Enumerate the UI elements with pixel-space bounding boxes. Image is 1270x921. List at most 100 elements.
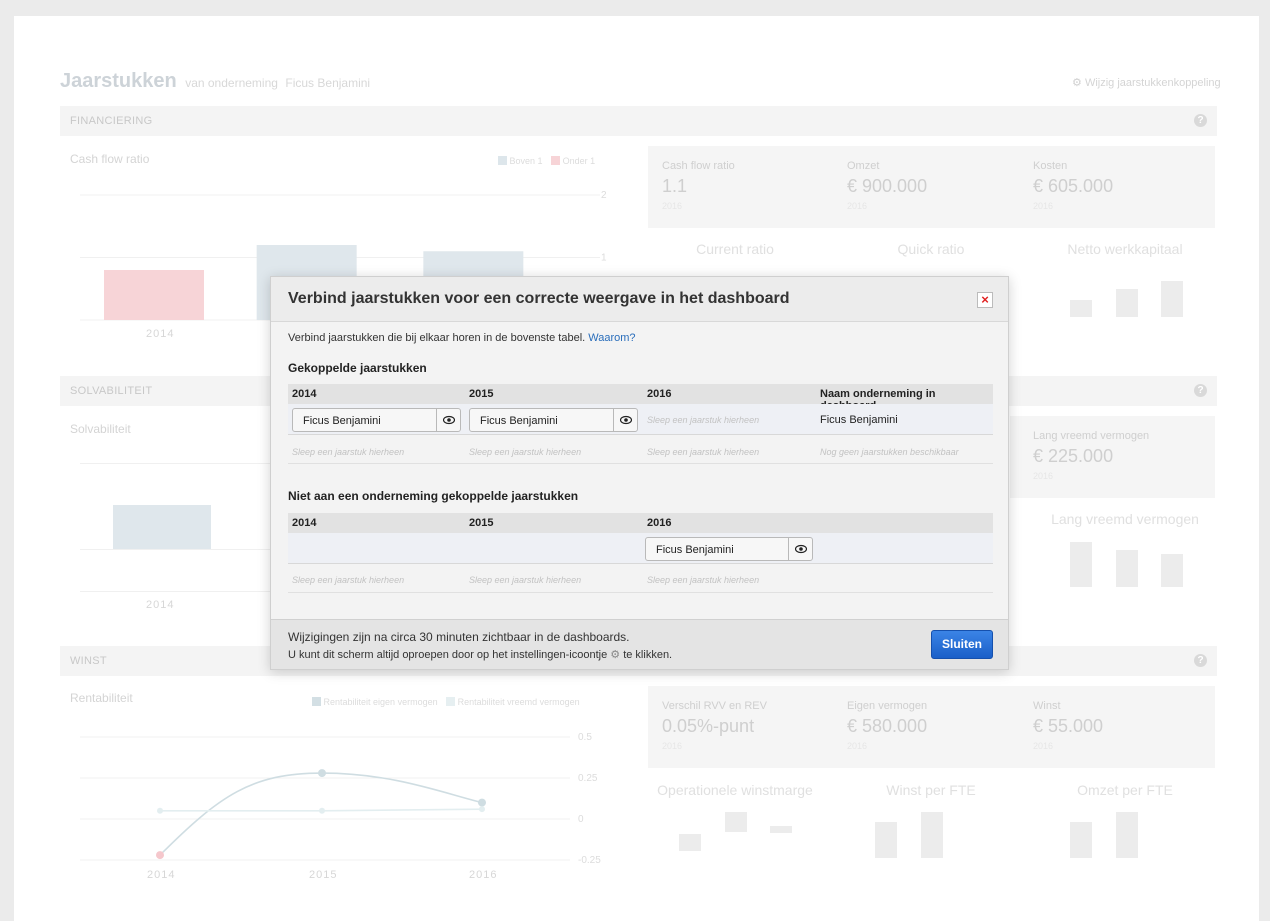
rentabiliteit-chart: 0.5 0.25 0 -0.25 2014 2015 2016: [80, 732, 601, 881]
link-jaarstukken-dialog: Verbind jaarstukken voor een correcte we…: [270, 276, 1009, 670]
unlinked-drop-row: Sleep een jaarstuk hierheen Sleep een ja…: [288, 565, 993, 593]
kpi-winst: Winst € 55.000 2016: [1033, 700, 1104, 751]
drop-zone-2015[interactable]: Sleep een jaarstuk hierheen: [469, 575, 581, 585]
mini-title-omzet-fte: Omzet per FTE: [1077, 782, 1173, 798]
data-point: [318, 769, 326, 778]
dialog-footer: Wijzigingen zijn na circa 30 minuten zic…: [271, 619, 1008, 669]
mini-title-lang-vreemd: Lang vreemd vermogen: [1051, 511, 1199, 527]
drop-zone-2016[interactable]: Sleep een jaarstuk hierheen: [647, 575, 759, 585]
chart-title-rentabiliteit: Rentabiliteit: [70, 691, 133, 705]
mini-bar: [679, 834, 701, 851]
x-tick-label: 2015: [309, 869, 337, 881]
mini-bar: [921, 812, 943, 858]
gear-icon: ⚙: [610, 649, 621, 661]
drop-zone-2015[interactable]: Sleep een jaarstuk hierheen: [469, 447, 581, 457]
mini-bar: [875, 822, 897, 858]
kpi-kosten: Kosten € 605.000 2016: [1033, 160, 1114, 211]
unlinked-heading: Niet aan een onderneming gekoppelde jaar…: [288, 489, 579, 503]
dialog-intro: Verbind jaarstukken die bij elkaar horen…: [288, 332, 636, 344]
mini-bar: [1116, 812, 1138, 858]
unlinked-table-row: Ficus Benjamini: [288, 533, 993, 564]
dashboard-company-name: Ficus Benjamini: [820, 414, 898, 426]
company-name: Ficus Benjamini: [285, 76, 371, 90]
gear-icon: ⚙: [1072, 77, 1082, 89]
kpi-verschil: Verschil RVV en REV 0.05%-punt 2016: [662, 700, 767, 751]
legend-swatch-rev: [312, 697, 321, 706]
legend-swatch-onder: [551, 156, 561, 165]
mini-bar: [1161, 554, 1183, 587]
linked-table-row: Ficus Benjamini Ficus Benjamini Sleep ee…: [288, 404, 993, 435]
page-subtitle: van onderneming: [185, 76, 278, 90]
linked-drop-row: Sleep een jaarstuk hierheen Sleep een ja…: [288, 436, 993, 464]
section-financiering: FINANCIERING ?: [60, 106, 1217, 136]
data-point: [479, 806, 485, 813]
mini-bar: [1116, 550, 1138, 587]
eye-icon[interactable]: [436, 409, 460, 431]
mini-bar: [1116, 289, 1138, 317]
dialog-title: Verbind jaarstukken voor een correcte we…: [288, 290, 790, 307]
cashflow-x-label: 2014: [146, 328, 175, 340]
y-tick-label: 1: [601, 253, 607, 264]
chart-title-cashflow: Cash flow ratio: [70, 152, 150, 166]
mini-title-winst-fte: Winst per FTE: [886, 782, 976, 798]
drop-zone-2014[interactable]: Sleep een jaarstuk hierheen: [292, 575, 404, 585]
footer-info: Wijzigingen zijn na circa 30 minuten zic…: [288, 630, 630, 644]
data-point: [156, 851, 164, 860]
dialog-header: Verbind jaarstukken voor een correcte we…: [271, 277, 1008, 322]
footer-hint: U kunt dit scherm altijd oproepen door o…: [288, 649, 673, 661]
mini-title-winstmarge: Operationele winstmarge: [657, 782, 813, 798]
help-icon[interactable]: ?: [1194, 384, 1207, 397]
eye-icon[interactable]: [788, 538, 812, 560]
jaarstuk-chip-2014[interactable]: Ficus Benjamini: [292, 408, 461, 432]
mini-bar: [1070, 822, 1092, 858]
legend-cashflow: Boven 1 Onder 1: [498, 156, 595, 166]
data-point: [478, 798, 486, 807]
drop-zone-2014[interactable]: Sleep een jaarstuk hierheen: [292, 447, 404, 457]
data-point: [319, 807, 325, 814]
legend-swatch-rvv: [446, 697, 456, 706]
y-tick-label: -0.25: [578, 855, 601, 866]
kpi-omzet: Omzet € 900.000 2016: [847, 160, 928, 211]
drop-zone-2016[interactable]: Sleep een jaarstuk hierheen: [647, 415, 759, 425]
data-point: [157, 807, 163, 814]
y-tick-label: 2: [601, 190, 607, 201]
chart-title-solvabiliteit: Solvabiliteit: [70, 422, 131, 436]
y-tick-label: 0.25: [578, 773, 598, 784]
eye-icon[interactable]: [613, 409, 637, 431]
sluiten-button[interactable]: Sluiten: [931, 630, 993, 659]
jaarstuk-chip-2015[interactable]: Ficus Benjamini: [469, 408, 638, 432]
mini-bar: [770, 826, 792, 833]
help-icon[interactable]: ?: [1194, 654, 1207, 667]
linked-heading: Gekoppelde jaarstukken: [288, 361, 427, 375]
unlinked-table-header: 2014 2015 2016: [288, 513, 993, 533]
help-icon[interactable]: ?: [1194, 114, 1207, 127]
series-line: [159, 772, 483, 856]
linked-table-header: 2014 2015 2016 Naam onderneming in dashb…: [288, 384, 993, 412]
mini-title-netto-werkkapitaal: Netto werkkapitaal: [1067, 241, 1183, 257]
mini-title-current-ratio: Current ratio: [696, 241, 774, 257]
y-tick-label: 0.5: [578, 732, 592, 743]
x-tick-label: 2016: [469, 869, 497, 881]
mini-bar: [1070, 542, 1092, 587]
kpi-lang-vreemd-vermogen: Lang vreemd vermogen € 225.000 2016: [1033, 430, 1150, 481]
page-header: Jaarstukken van onderneming Ficus Benjam…: [60, 70, 370, 93]
drop-zone-2016[interactable]: Sleep een jaarstuk hierheen: [647, 447, 759, 457]
kpi-cashflow: Cash flow ratio 1.1 2016: [662, 160, 735, 211]
waarom-link[interactable]: Waarom?: [588, 332, 635, 344]
jaarstuk-chip-2016[interactable]: Ficus Benjamini: [645, 537, 813, 561]
settings-link[interactable]: ⚙ Wijzig jaarstukkenkoppeling: [1072, 76, 1221, 89]
close-icon[interactable]: ×: [977, 292, 993, 308]
mini-bar: [1070, 300, 1092, 317]
mini-bar: [1161, 281, 1183, 317]
bar-2014: [104, 270, 204, 320]
legend-rentabiliteit: Rentabiliteit eigen vermogen Rentabilite…: [312, 697, 580, 707]
kpi-eigen-vermogen: Eigen vermogen € 580.000 2016: [847, 700, 928, 751]
page-title: Jaarstukken: [60, 70, 177, 92]
solvabiliteit-x-label: 2014: [146, 599, 175, 611]
mini-bar: [725, 812, 747, 832]
no-jaarstukken-text: Nog geen jaarstukken beschikbaar: [820, 447, 959, 457]
legend-swatch-boven: [498, 156, 507, 165]
solvabiliteit-bar-2014: [113, 505, 211, 549]
y-tick-label: 0: [578, 814, 584, 825]
x-tick-label: 2014: [147, 869, 175, 881]
